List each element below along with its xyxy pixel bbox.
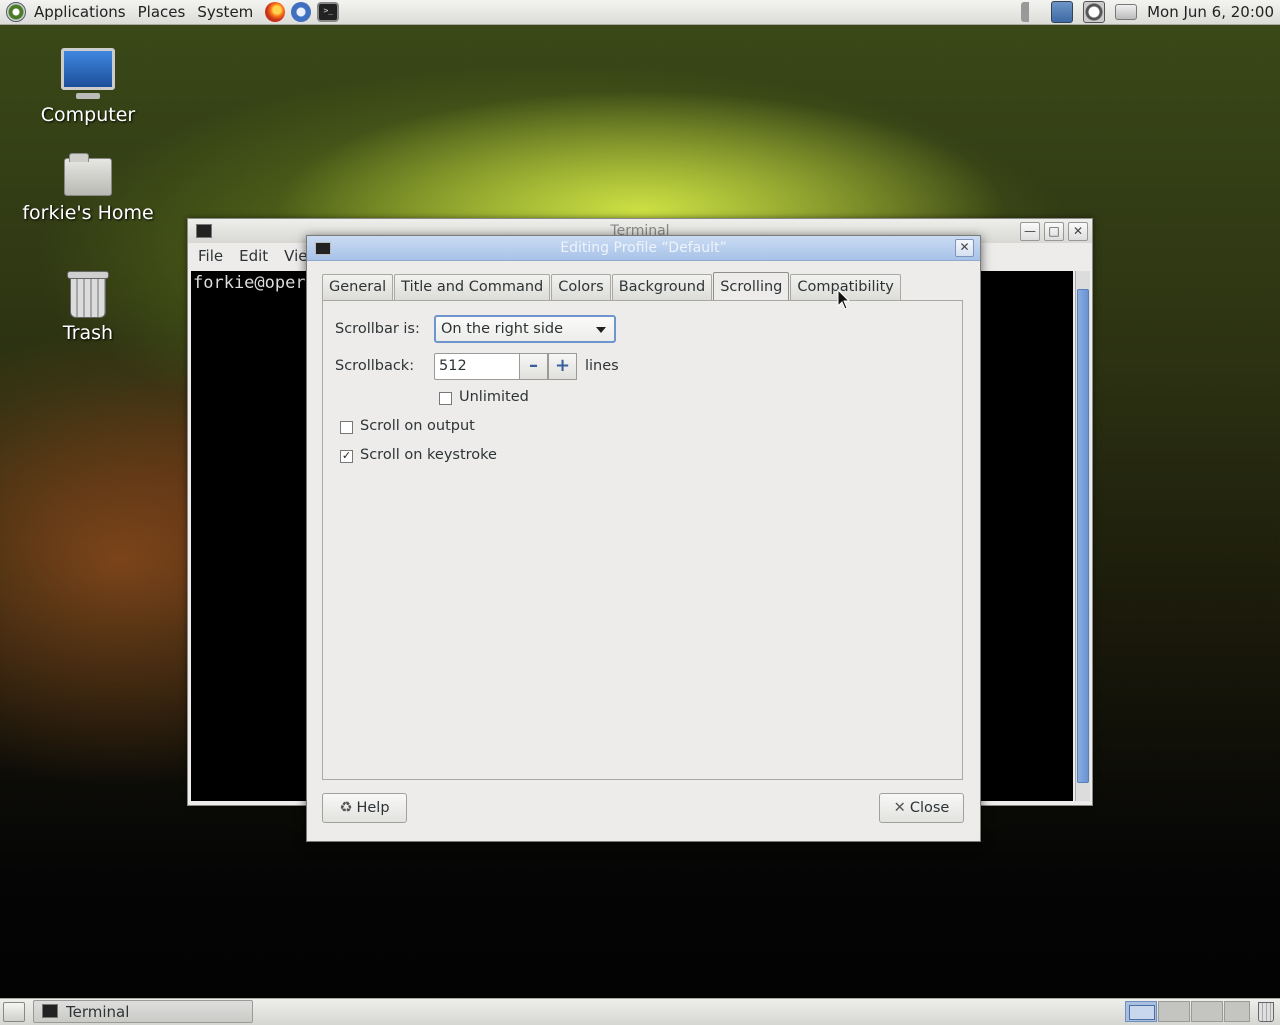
desktop-icon-label: forkie's Home — [22, 202, 154, 224]
terminal-window-icon — [315, 242, 331, 255]
dialog-titlebar[interactable]: Editing Profile “Default” ✕ — [307, 236, 980, 261]
scroll-on-keystroke-label[interactable]: Scroll on keystroke — [360, 447, 497, 463]
workspace-2[interactable] — [1158, 1001, 1190, 1022]
clock[interactable]: Mon Jun 6, 20:00 — [1147, 3, 1274, 21]
desktop-icon-home[interactable]: forkie's Home — [13, 153, 163, 224]
editing-profile-dialog: Editing Profile “Default” ✕ General Titl… — [306, 235, 981, 842]
workspace-1[interactable] — [1125, 1001, 1157, 1022]
maximize-button[interactable]: □ — [1044, 222, 1064, 241]
bottom-panel: Terminal — [0, 998, 1280, 1025]
desktop-icon-label: Computer — [40, 104, 136, 126]
menu-system[interactable]: System — [191, 3, 259, 21]
menu-places[interactable]: Places — [132, 3, 192, 21]
terminal-prompt: forkie@oper — [193, 273, 306, 293]
computer-icon — [61, 48, 115, 99]
scrollback-unit: lines — [585, 358, 619, 374]
minimize-button[interactable]: — — [1020, 222, 1040, 241]
plus-icon: + — [554, 355, 571, 376]
help-button[interactable]: ♻ Help — [322, 793, 407, 823]
unlimited-checkbox[interactable] — [439, 392, 452, 405]
dialog-title: Editing Profile “Default” — [560, 240, 727, 256]
tab-scrolling[interactable]: Scrolling — [713, 272, 790, 300]
close-button[interactable]: ✕ Close — [879, 793, 964, 823]
trash-icon — [67, 271, 109, 318]
scrollbar-position-value: On the right side — [441, 321, 564, 337]
terminal-scrollbar-thumb[interactable] — [1077, 289, 1089, 783]
menu-file[interactable]: File — [188, 247, 229, 265]
menu-edit[interactable]: Edit — [229, 247, 274, 265]
scroll-on-output-checkbox[interactable] — [340, 421, 353, 434]
taskbar-terminal-label: Terminal — [66, 1003, 130, 1021]
trash-applet-icon[interactable] — [1258, 1002, 1274, 1022]
help-icon: ♻ — [339, 800, 353, 816]
scrolling-panel: Scrollbar is: On the right side Scrollba… — [322, 300, 963, 780]
thunderbird-icon[interactable] — [291, 2, 312, 22]
tab-title-and-command[interactable]: Title and Command — [394, 274, 551, 300]
terminal-scrollbar[interactable] — [1075, 271, 1090, 801]
update-icon[interactable] — [1083, 1, 1106, 23]
help-button-label: Help — [356, 800, 390, 816]
terminal-window-icon[interactable] — [196, 224, 212, 238]
scroll-on-output-label[interactable]: Scroll on output — [360, 418, 475, 434]
mouse-cursor-icon — [837, 289, 851, 310]
top-panel: Applications Places System >_ Mon Jun 6,… — [0, 0, 1280, 25]
scrollbar-label: Scrollbar is: — [335, 321, 420, 337]
decrement-button[interactable]: – — [519, 353, 548, 380]
show-desktop-icon[interactable] — [3, 1002, 25, 1022]
volume-icon[interactable] — [1021, 2, 1042, 22]
home-folder-icon — [64, 153, 112, 196]
close-button-label: Close — [909, 800, 950, 816]
distro-logo-icon[interactable] — [6, 2, 26, 22]
menu-applications[interactable]: Applications — [28, 3, 132, 21]
terminal-launcher-icon[interactable]: >_ — [317, 2, 340, 22]
scrollback-value: 512 — [439, 358, 467, 374]
taskbar-terminal[interactable]: Terminal — [33, 1000, 253, 1023]
workspace-3[interactable] — [1191, 1001, 1223, 1022]
network-icon[interactable] — [1051, 1, 1074, 23]
scrollbar-position-select[interactable]: On the right side — [434, 315, 616, 343]
desktop-icon-computer[interactable]: Computer — [13, 48, 163, 126]
desktop-icon-trash[interactable]: Trash — [13, 271, 163, 344]
scrollback-label: Scrollback: — [335, 358, 415, 374]
tab-bar: General Title and Command Colors Backgro… — [322, 272, 902, 300]
terminal-task-icon — [42, 1004, 58, 1018]
scroll-on-keystroke-checkbox[interactable]: ✓ — [340, 450, 353, 463]
tab-colors[interactable]: Colors — [551, 274, 611, 300]
tab-background[interactable]: Background — [611, 274, 713, 300]
unlimited-label[interactable]: Unlimited — [459, 389, 529, 405]
dialog-close-icon[interactable]: ✕ — [955, 239, 974, 257]
battery-icon[interactable] — [1115, 4, 1138, 20]
tab-general[interactable]: General — [322, 274, 394, 300]
desktop-icon-label: Trash — [62, 322, 114, 344]
minus-icon: – — [529, 355, 538, 376]
system-tray: Mon Jun 6, 20:00 — [1021, 0, 1280, 24]
close-window-button[interactable]: ✕ — [1068, 222, 1088, 241]
chevron-down-icon — [596, 327, 606, 333]
close-icon: ✕ — [893, 800, 906, 816]
increment-button[interactable]: + — [548, 353, 577, 380]
scrollback-input[interactable]: 512 — [434, 353, 520, 380]
workspace-4[interactable] — [1224, 1001, 1250, 1022]
firefox-icon[interactable] — [265, 2, 286, 22]
